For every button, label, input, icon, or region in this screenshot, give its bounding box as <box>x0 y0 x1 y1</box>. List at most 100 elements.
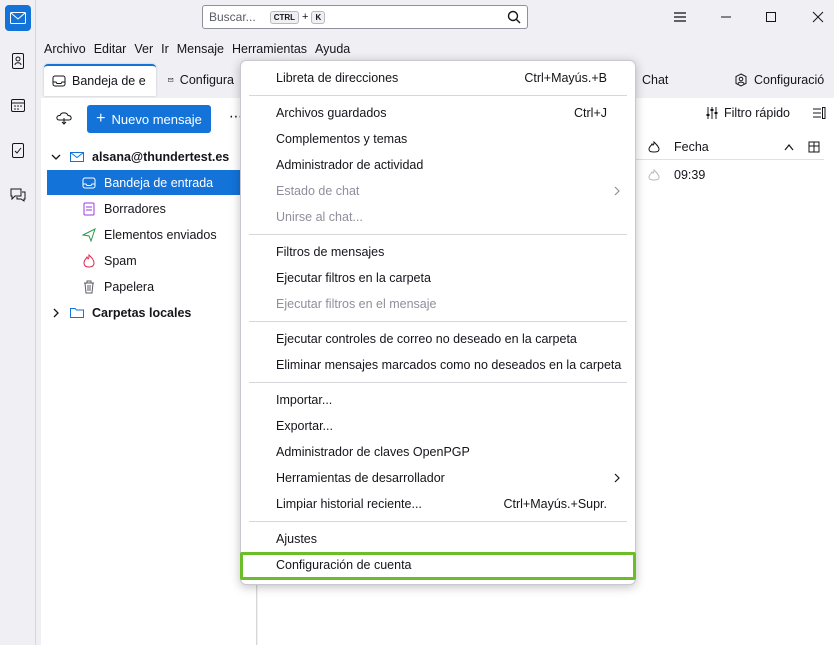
menu-item-join-chat-label: Unirse al chat... <box>276 210 363 224</box>
menu-separator <box>249 95 627 96</box>
menu-mensaje[interactable]: Mensaje <box>177 42 224 56</box>
menu-item-run-junk-label: Ejecutar controles de correo no deseado … <box>276 332 577 346</box>
minimize-button[interactable] <box>716 8 736 26</box>
account-row[interactable]: alsana@thundertest.es <box>47 144 257 169</box>
menu-ver[interactable]: Ver <box>134 42 153 56</box>
menu-item-address-book[interactable]: Libreta de direcciones Ctrl+Mayús.+B <box>241 65 635 91</box>
sort-ascending-icon[interactable] <box>784 143 794 151</box>
account-name: alsana@thundertest.es <box>92 149 230 164</box>
list-options-icon[interactable] <box>812 106 826 120</box>
maximize-button[interactable] <box>761 8 781 26</box>
menu-item-saved-files-label: Archivos guardados <box>276 106 387 120</box>
menu-item-filters[interactable]: Filtros de mensajes <box>241 239 635 265</box>
tab-account-config[interactable]: Configuració <box>726 64 834 96</box>
menu-item-devtools[interactable]: Herramientas de desarrollador <box>241 465 635 491</box>
inbox-folder-icon <box>81 175 97 191</box>
close-icon <box>812 11 824 23</box>
menu-item-import[interactable]: Importar... <box>241 387 635 413</box>
menu-item-delete-junk[interactable]: Eliminar mensajes marcados como no desea… <box>241 352 635 378</box>
menu-item-addons[interactable]: Complementos y temas <box>241 126 635 152</box>
folder-sent[interactable]: Elementos enviados <box>47 222 257 247</box>
chat-space-button[interactable] <box>5 182 31 208</box>
quick-filter-button[interactable]: Filtro rápido <box>705 106 790 120</box>
shortcut-key-ctrl: CTRL <box>269 10 300 24</box>
menu-item-join-chat: Unirse al chat... <box>241 204 635 230</box>
new-message-button[interactable]: + Nuevo mensaje <box>87 105 211 133</box>
column-date[interactable]: Fecha <box>674 140 709 154</box>
menu-separator <box>249 521 627 522</box>
menu-item-run-filters-message: Ejecutar filtros en el mensaje <box>241 291 635 317</box>
thread-row[interactable]: 09:39 <box>636 164 824 186</box>
quick-filter-bar: Filtro rápido <box>705 106 826 120</box>
menu-item-run-filters-folder-label: Ejecutar filtros en la carpeta <box>276 271 431 285</box>
get-messages-icon[interactable] <box>55 110 73 126</box>
menu-item-clear-history-label: Limpiar historial reciente... <box>276 497 422 511</box>
folder-drafts[interactable]: Borradores <box>47 196 257 221</box>
submenu-arrow-icon <box>614 473 620 483</box>
folder-inbox[interactable]: Bandeja de entrada <box>47 170 257 195</box>
menu-item-export-label: Exportar... <box>276 419 333 433</box>
quick-filter-label: Filtro rápido <box>724 106 790 120</box>
tab-inbox-label: Bandeja de e <box>72 74 146 88</box>
tasks-space-button[interactable] <box>5 137 31 163</box>
tab-account-config-label: Configuració <box>754 73 825 87</box>
chevron-down-icon[interactable] <box>51 152 61 162</box>
menu-ir[interactable]: Ir <box>161 42 169 56</box>
tasks-icon <box>12 143 24 158</box>
submenu-arrow-icon <box>614 186 620 196</box>
mail-settings-icon <box>168 78 174 82</box>
account-mail-icon <box>69 149 85 165</box>
hamburger-icon <box>674 12 686 22</box>
account-settings-icon <box>735 73 747 87</box>
search-icon <box>507 10 521 24</box>
menu-item-openpgp[interactable]: Administrador de claves OpenPGP <box>241 439 635 465</box>
folder-pane: + Nuevo mensaje ⋯ alsana@thundertest.es … <box>41 98 257 645</box>
menu-item-chat-status: Estado de chat <box>241 178 635 204</box>
menu-item-activity-label: Administrador de actividad <box>276 158 424 172</box>
folder-spam-label: Spam <box>104 253 137 268</box>
close-button[interactable] <box>808 8 828 26</box>
menu-editar[interactable]: Editar <box>94 42 127 56</box>
folder-inbox-label: Bandeja de entrada <box>104 175 214 190</box>
menu-item-activity[interactable]: Administrador de actividad <box>241 152 635 178</box>
menu-item-run-junk[interactable]: Ejecutar controles de correo no deseado … <box>241 326 635 352</box>
local-folders-row[interactable]: Carpetas locales <box>47 300 257 325</box>
menu-bar: Archivo Editar Ver Ir Mensaje Herramient… <box>36 38 834 60</box>
search-placeholder: Buscar... <box>209 10 256 24</box>
app-menu-button[interactable] <box>670 8 690 26</box>
tab-inbox[interactable]: Bandeja de e <box>44 64 156 96</box>
tools-menu: Libreta de direcciones Ctrl+Mayús.+B Arc… <box>240 60 636 585</box>
menu-ayuda[interactable]: Ayuda <box>315 42 350 56</box>
menu-item-settings-label: Ajustes <box>276 532 317 546</box>
tab-chat[interactable]: Chat <box>634 64 682 96</box>
folder-trash[interactable]: Papelera <box>47 274 257 299</box>
menu-item-settings[interactable]: Ajustes <box>241 526 635 552</box>
menu-archivo[interactable]: Archivo <box>44 42 86 56</box>
chevron-right-icon[interactable] <box>51 308 61 318</box>
column-picker-icon[interactable] <box>808 141 820 153</box>
menu-item-export[interactable]: Exportar... <box>241 413 635 439</box>
menu-item-delete-junk-label: Eliminar mensajes marcados como no desea… <box>276 358 622 372</box>
menu-item-saved-files-shortcut: Ctrl+J <box>574 106 607 120</box>
menu-item-import-label: Importar... <box>276 393 333 407</box>
search-input[interactable]: Buscar... CTRL + K <box>202 5 528 29</box>
junk-status-icon[interactable] <box>648 169 660 181</box>
junk-column-icon[interactable] <box>648 140 660 153</box>
address-book-space-button[interactable] <box>5 48 31 74</box>
mail-space-button[interactable] <box>5 5 31 31</box>
title-bar: Buscar... CTRL + K <box>36 0 834 38</box>
folder-sent-label: Elementos enviados <box>104 227 217 242</box>
menu-item-clear-history[interactable]: Limpiar historial reciente... Ctrl+Mayús… <box>241 491 635 517</box>
folder-spam[interactable]: Spam <box>47 248 257 273</box>
menu-item-saved-files[interactable]: Archivos guardados Ctrl+J <box>241 100 635 126</box>
maximize-icon <box>766 12 776 22</box>
sent-icon <box>81 227 97 243</box>
menu-herramientas[interactable]: Herramientas <box>232 42 307 56</box>
calendar-space-button[interactable] <box>5 92 31 118</box>
new-message-label: Nuevo mensaje <box>111 111 202 127</box>
menu-item-run-filters-folder[interactable]: Ejecutar filtros en la carpeta <box>241 265 635 291</box>
tab-chat-label: Chat <box>642 73 669 87</box>
menu-item-run-filters-message-label: Ejecutar filtros en el mensaje <box>276 297 437 311</box>
drafts-icon <box>81 201 97 217</box>
tab-config[interactable]: Configura <box>160 64 242 96</box>
